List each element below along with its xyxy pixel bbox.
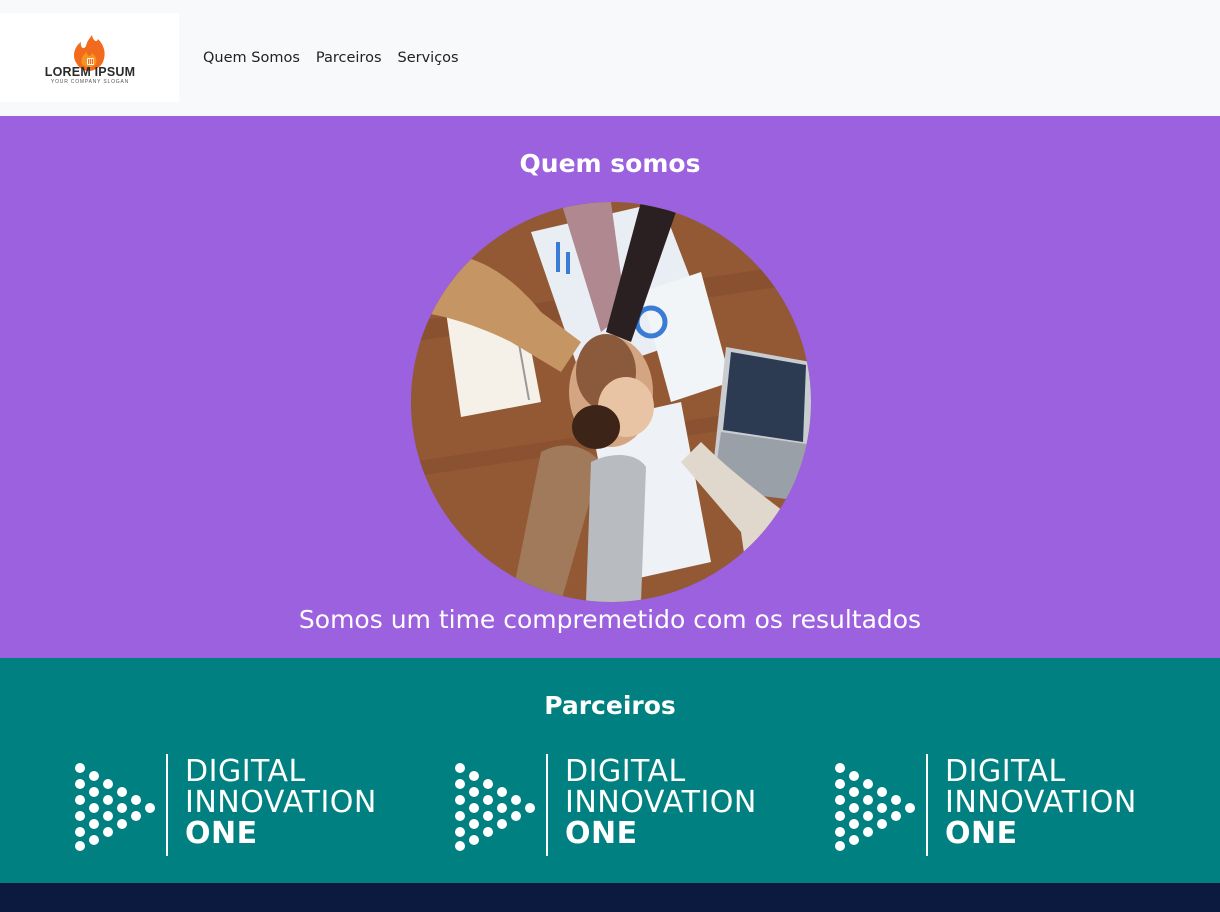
partner-wordmark: DIGITAL INNOVATION ONE: [565, 756, 757, 849]
partner-divider: [166, 754, 168, 856]
partner-line-2: INNOVATION: [565, 785, 757, 820]
team-photo: [411, 202, 811, 602]
partner-line-1: DIGITAL: [185, 754, 306, 789]
partner-divider: [546, 754, 548, 856]
nav-link-servicos[interactable]: Serviços: [398, 48, 459, 68]
logo-text: LOREM IPSUM: [44, 65, 136, 79]
logo-slogan: YOUR COMPANY SLOGAN: [50, 79, 130, 85]
partner-wordmark: DIGITAL INNOVATION ONE: [185, 756, 377, 849]
dio-play-icon: [455, 763, 535, 851]
partner-logo[interactable]: DIGITAL INNOVATION ONE: [454, 754, 774, 858]
partner-logo[interactable]: DIGITAL INNOVATION ONE: [74, 754, 394, 858]
dio-play-icon: [835, 763, 915, 851]
partner-line-3: ONE: [565, 816, 638, 851]
brand-logo[interactable]: LOREM IPSUM YOUR COMPANY SLOGAN: [0, 13, 179, 102]
quem-somos-subtitle: Somos um time compremetido com os result…: [298, 605, 922, 634]
nav-link-quem-somos[interactable]: Quem Somos: [203, 48, 300, 68]
partner-line-1: DIGITAL: [565, 754, 686, 789]
parceiros-section: Parceiros DIGITAL INNOVATION ONE DIGITAL…: [0, 658, 1220, 883]
partner-line-1: DIGITAL: [945, 754, 1066, 789]
main-nav: Quem Somos Parceiros Serviços: [203, 48, 459, 68]
footer: [0, 883, 1220, 912]
partner-logo[interactable]: DIGITAL INNOVATION ONE: [834, 754, 1154, 858]
navbar: LOREM IPSUM YOUR COMPANY SLOGAN Quem Som…: [0, 0, 1220, 116]
dio-play-icon: [75, 763, 155, 851]
partner-divider: [926, 754, 928, 856]
nav-link-parceiros[interactable]: Parceiros: [316, 48, 382, 68]
partner-line-3: ONE: [185, 816, 258, 851]
partner-wordmark: DIGITAL INNOVATION ONE: [945, 756, 1137, 849]
partner-line-2: INNOVATION: [185, 785, 377, 820]
partner-line-2: INNOVATION: [945, 785, 1137, 820]
partner-line-3: ONE: [945, 816, 1018, 851]
quem-somos-title: Quem somos: [519, 149, 701, 178]
quem-somos-section: Quem somos Somos um time compremetido co…: [0, 116, 1220, 658]
parceiros-title: Parceiros: [544, 691, 676, 720]
